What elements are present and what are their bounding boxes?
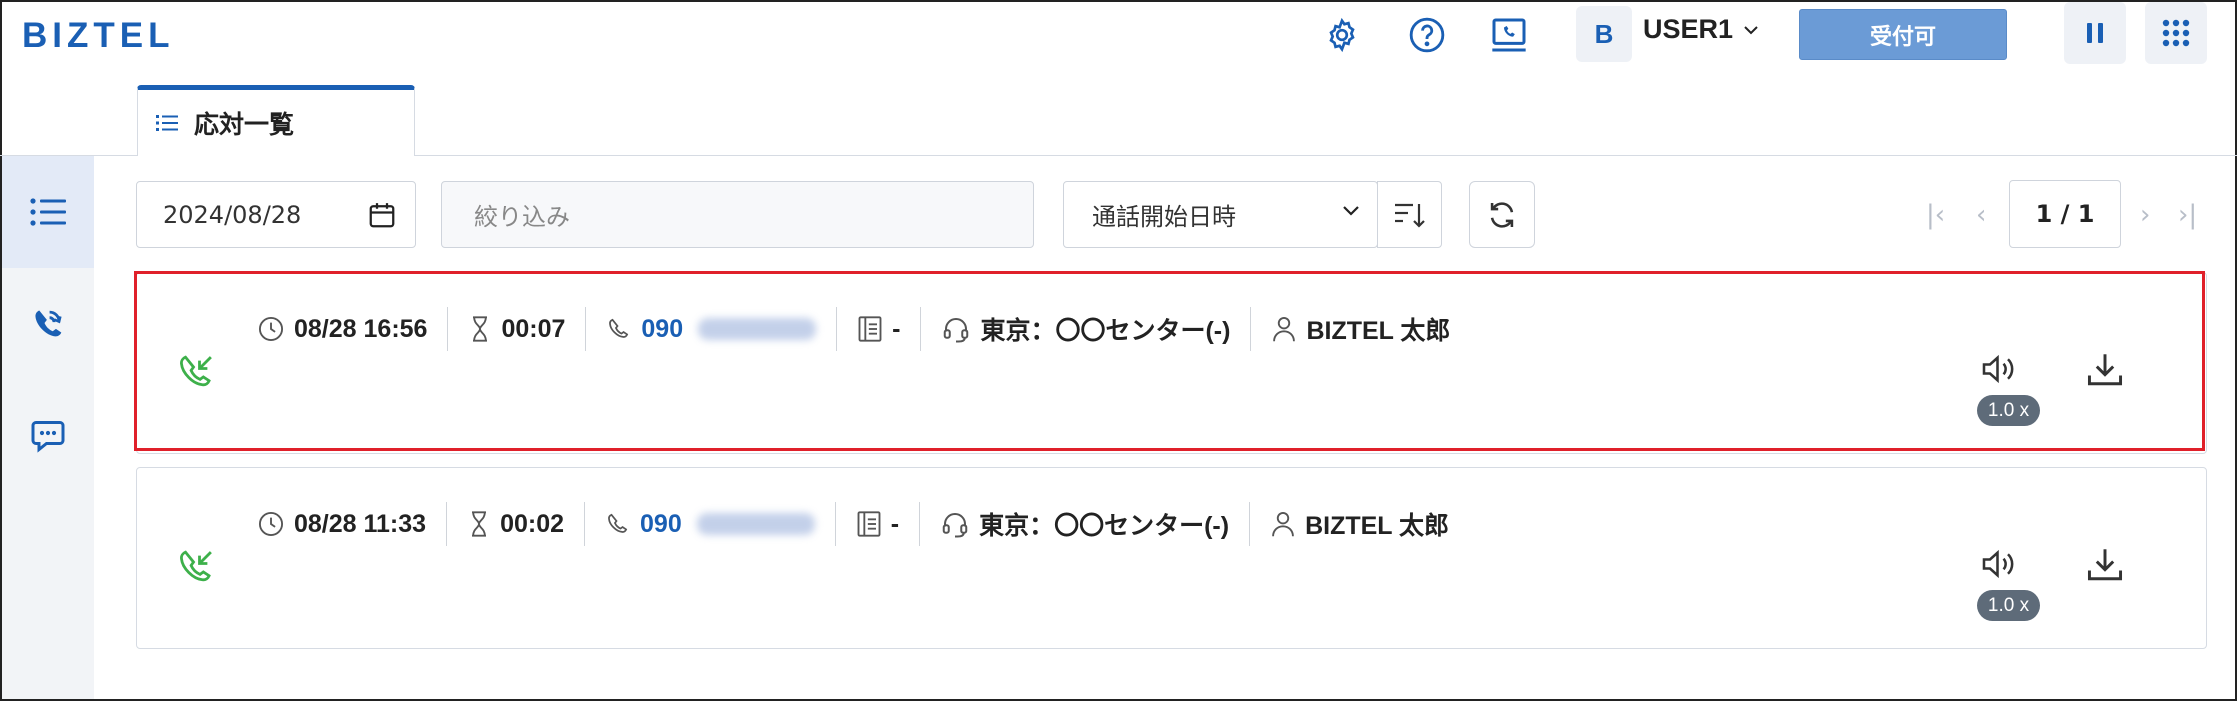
user-icon [1272,511,1294,537]
softphone-icon[interactable] [1486,12,1532,58]
sort-select[interactable]: 通話開始日時 [1063,181,1378,248]
call-record[interactable]: 08/28 11:33 00:02 090 - 東京：〇〇センター(-) BIZ… [136,467,2207,649]
chat-icon [31,421,65,453]
refresh-icon [1490,201,1514,228]
filter-input[interactable]: 絞り込み [441,181,1034,248]
status-button[interactable]: 受付可 [1799,9,2007,60]
page-prev-button[interactable]: ‹ [1976,200,1986,230]
call-meta: 08/28 11:33 00:02 090 - 東京：〇〇センター(-) BIZ… [257,502,1469,546]
speaker-icon[interactable] [1979,546,2019,582]
call-record[interactable]: 08/28 16:56 00:07 090 - 東京：〇〇センター(-) BIZ… [136,272,2207,454]
hourglass-icon [473,316,488,342]
user-menu[interactable]: USER1 [1643,14,1759,45]
date-value: 2024/08/28 [163,200,302,229]
call-duration: 00:07 [501,314,566,343]
clock-icon [258,511,284,537]
help-icon[interactable] [1404,12,1450,58]
tab-call-list[interactable]: 応対一覧 [137,85,415,156]
call-queue: 東京：〇〇センター(-) [979,512,1230,540]
filter-placeholder: 絞り込み [474,203,570,231]
avatar[interactable]: B [1576,6,1632,62]
sidebar-item-chat[interactable] [2,380,94,492]
page-first-button[interactable]: |‹ [1926,200,1945,230]
app-grid-button[interactable] [2145,2,2207,64]
list-icon [30,198,66,226]
sort-order-button[interactable] [1377,181,1442,248]
pause-icon [2087,23,2103,43]
chevron-down-icon [1343,206,1359,216]
sort-descending-icon [1394,203,1425,228]
page-last-button[interactable]: ›| [2178,200,2197,230]
hourglass-icon [472,511,487,537]
phone-icon [609,318,629,338]
call-agent: BIZTEL 太郎 [1306,317,1451,345]
clock-icon [258,316,284,342]
call-agent: BIZTEL 太郎 [1305,512,1450,540]
phone-refresh-icon [35,310,62,337]
sidebar-item-call-history[interactable] [2,268,94,380]
masked-phone-digits [698,318,817,340]
call-memo: - [892,314,901,343]
page-indicator: 1 / 1 [2009,180,2121,248]
call-duration: 00:02 [500,509,565,538]
phone-number[interactable]: 090 [641,315,683,344]
user-icon [1273,316,1296,342]
chevron-down-icon [1744,25,1758,34]
call-datetime: 08/28 11:33 [294,509,427,538]
sidebar [2,156,94,699]
sort-field-value: 通話開始日時 [1092,203,1236,231]
call-datetime: 08/28 16:56 [294,314,428,343]
tab-label: 応対一覧 [194,110,295,139]
headset-icon [942,513,968,538]
call-queue: 東京：〇〇センター(-) [980,317,1231,345]
download-icon[interactable] [2085,546,2125,582]
gear-icon[interactable] [1319,12,1365,58]
biztel-logo: BIZTEL [22,16,175,55]
playback-speed-badge[interactable]: 1.0 x [1977,395,2040,426]
memo-icon [857,511,881,537]
pause-button[interactable] [2064,2,2126,64]
download-icon[interactable] [2085,351,2125,387]
masked-phone-digits [696,513,815,535]
memo-icon [858,316,882,342]
call-memo: - [890,509,900,538]
calendar-icon[interactable] [367,200,397,230]
playback-speed-badge[interactable]: 1.0 x [1977,590,2040,621]
refresh-button[interactable] [1469,181,1535,248]
page-next-button[interactable]: › [2140,200,2150,230]
user-name: USER1 [1643,14,1734,44]
phone-icon [608,513,628,533]
call-meta: 08/28 16:56 00:07 090 - 東京：〇〇センター(-) BIZ… [257,307,1470,351]
headset-icon [944,318,969,343]
incoming-call-icon [180,355,212,387]
phone-number[interactable]: 090 [640,510,682,539]
sidebar-item-call-list[interactable] [2,156,94,268]
grid-icon [2162,19,2190,47]
date-picker[interactable]: 2024/08/28 [136,181,416,248]
speaker-icon[interactable] [1979,351,2019,387]
incoming-call-icon [180,550,212,582]
list-icon [156,115,178,131]
